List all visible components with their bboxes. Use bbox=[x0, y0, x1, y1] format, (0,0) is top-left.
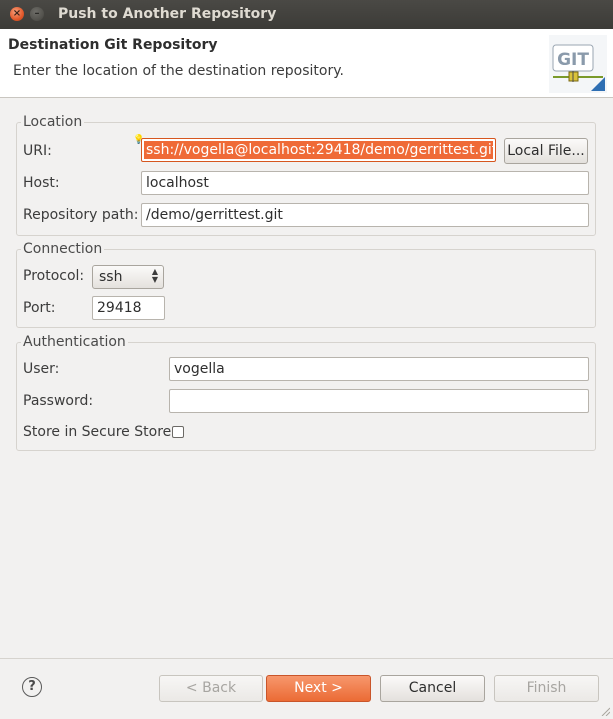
page-description: Enter the location of the destination re… bbox=[13, 63, 344, 79]
git-logo-text: GIT bbox=[557, 50, 589, 70]
connection-group-label: Connection bbox=[21, 241, 105, 257]
uri-value: ssh://vogella@localhost:29418/demo/gerri… bbox=[144, 141, 493, 159]
updown-arrows-icon: ▲ ▼ bbox=[151, 267, 158, 284]
cancel-button[interactable]: Cancel bbox=[380, 675, 485, 702]
port-input[interactable]: 29418 bbox=[92, 296, 165, 320]
resize-grip-icon[interactable] bbox=[600, 706, 610, 716]
repository-path-label: Repository path: bbox=[23, 207, 139, 223]
password-label: Password: bbox=[23, 393, 94, 409]
location-group-label: Location bbox=[21, 114, 85, 130]
footer-divider bbox=[0, 658, 613, 659]
next-button[interactable]: Next > bbox=[266, 675, 371, 702]
local-file-button[interactable]: Local File... bbox=[504, 138, 588, 164]
page-title: Destination Git Repository bbox=[8, 37, 218, 53]
close-icon: × bbox=[12, 8, 22, 19]
user-input[interactable]: vogella bbox=[169, 357, 589, 381]
authentication-group-label: Authentication bbox=[21, 334, 128, 350]
back-button[interactable]: < Back bbox=[159, 675, 263, 702]
uri-label: URI: bbox=[23, 143, 52, 159]
store-in-secure-store-label: Store in Secure Store bbox=[23, 424, 172, 440]
help-button[interactable]: ? bbox=[22, 677, 42, 697]
user-label: User: bbox=[23, 361, 60, 377]
window-close-button[interactable]: × bbox=[10, 7, 24, 21]
minimize-icon: – bbox=[34, 8, 40, 19]
repository-path-input[interactable]: /demo/gerrittest.git bbox=[141, 203, 589, 227]
window-titlebar: × – Push to Another Repository bbox=[0, 0, 613, 30]
host-label: Host: bbox=[23, 175, 60, 191]
window-minimize-button[interactable]: – bbox=[30, 7, 44, 21]
protocol-label: Protocol: bbox=[23, 268, 85, 284]
question-icon: ? bbox=[28, 679, 36, 694]
store-in-secure-store-checkbox[interactable] bbox=[172, 426, 184, 438]
git-logo-icon: GIT bbox=[549, 35, 607, 93]
host-input[interactable]: localhost bbox=[141, 171, 589, 195]
protocol-value: ssh bbox=[99, 269, 123, 285]
window-title: Push to Another Repository bbox=[58, 6, 277, 22]
wizard-header: Destination Git Repository Enter the loc… bbox=[0, 29, 613, 98]
password-input[interactable] bbox=[169, 389, 589, 413]
port-label: Port: bbox=[23, 300, 56, 316]
finish-button[interactable]: Finish bbox=[494, 675, 599, 702]
protocol-select[interactable]: ssh ▲ ▼ bbox=[92, 265, 164, 289]
uri-input[interactable]: ssh://vogella@localhost:29418/demo/gerri… bbox=[141, 138, 496, 162]
